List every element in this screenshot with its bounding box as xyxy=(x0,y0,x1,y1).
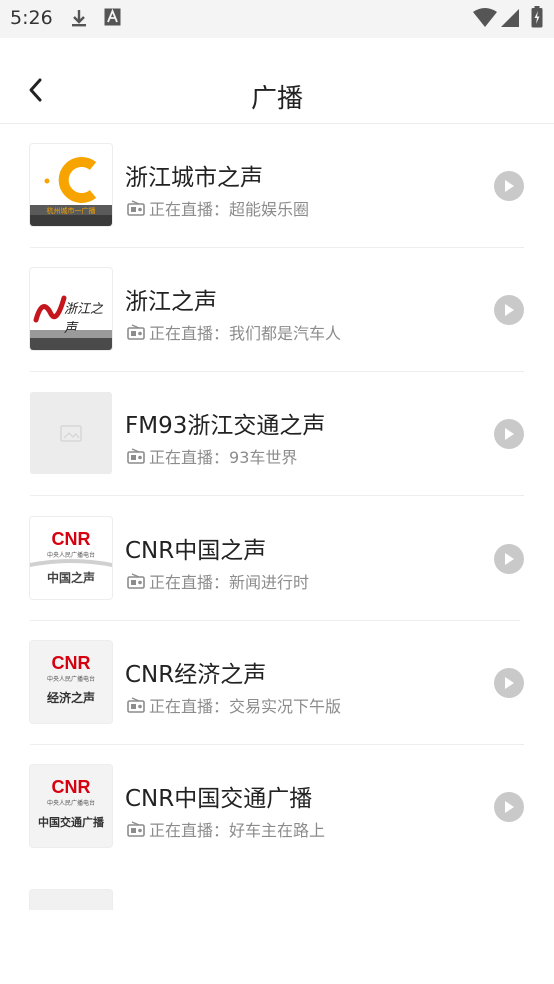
now-playing: 正在直播： 新闻进行时 xyxy=(127,569,309,593)
status-time: 5:26 xyxy=(10,7,53,29)
live-prefix: 正在直播： xyxy=(149,448,230,467)
now-playing: 正在直播： 93车世界 xyxy=(127,444,297,468)
logo-caption: 中国交通广播 xyxy=(38,816,104,829)
station-item[interactable]: CNR 中央人民广播电台 中国交通广播 CNR中国交通广播 正在直播： 好车主在路… xyxy=(0,745,554,869)
logo-caption: 浙江之声 xyxy=(64,302,104,336)
station-name: CNR中国交通广播 xyxy=(125,786,313,812)
station-item[interactable]: 杭州城市一广播 浙江城市之声 正在直播： 超能娱乐圈 xyxy=(0,124,554,248)
live-prefix: 正在直播： xyxy=(149,324,230,343)
now-playing: 正在直播： 好车主在路上 xyxy=(127,817,325,841)
play-button[interactable] xyxy=(494,544,524,574)
play-icon xyxy=(505,180,514,192)
play-icon xyxy=(505,553,514,565)
station-item[interactable] xyxy=(0,870,554,910)
station-list[interactable]: 杭州城市一广播 浙江城市之声 正在直播： 超能娱乐圈 浙江之声 浙江之声 正在直播… xyxy=(0,124,554,910)
cnr-brand: CNR xyxy=(51,653,91,673)
station-item[interactable]: CNR 中央人民广播电台 经济之声 CNR经济之声 正在直播： 交易实况下午版 xyxy=(0,621,554,745)
cnr-brand: CNR xyxy=(51,529,91,549)
live-prefix: 正在直播： xyxy=(149,573,230,592)
wifi-icon xyxy=(473,8,497,32)
program-name: 我们都是汽车人 xyxy=(229,324,342,343)
play-button[interactable] xyxy=(494,792,524,822)
station-logo: CNR 中央人民广播电台 经济之声 xyxy=(30,641,112,723)
radio-icon xyxy=(127,821,145,837)
station-logo: 杭州城市一广播 xyxy=(30,144,112,226)
radio-icon xyxy=(127,324,145,340)
logo-caption: 经济之声 xyxy=(46,691,95,705)
page-title: 广播 xyxy=(250,84,303,114)
radio-icon xyxy=(127,573,145,589)
program-name: 好车主在路上 xyxy=(229,821,326,840)
now-playing: 正在直播： 交易实况下午版 xyxy=(127,693,341,717)
cnr-subtitle: 中央人民广播电台 xyxy=(46,552,95,559)
logo-caption: 中国之声 xyxy=(46,571,95,585)
cnr-brand: CNR xyxy=(51,777,91,797)
divider xyxy=(30,495,524,496)
now-playing: 正在直播： 超能娱乐圈 xyxy=(127,196,309,220)
text-a-icon xyxy=(104,8,121,30)
now-playing: 正在直播： 我们都是汽车人 xyxy=(127,320,341,344)
cnr-subtitle: 中央人民广播电台 xyxy=(46,800,95,807)
radio-icon xyxy=(127,448,145,464)
play-icon xyxy=(505,677,514,689)
app-bar: 广播 xyxy=(0,38,554,124)
station-item[interactable]: CNR 中央人民广播电台 中国之声 CNR中国之声 正在直播： 新闻进行时 xyxy=(0,497,554,621)
play-icon xyxy=(505,304,514,316)
battery-icon xyxy=(531,6,543,32)
play-button[interactable] xyxy=(494,295,524,325)
station-name: CNR中国之声 xyxy=(125,538,267,564)
live-prefix: 正在直播： xyxy=(149,821,230,840)
station-logo xyxy=(30,392,112,474)
bottom-area xyxy=(0,910,554,984)
program-name: 交易实况下午版 xyxy=(229,697,342,716)
status-bar: 5:26 xyxy=(0,0,554,38)
live-prefix: 正在直播： xyxy=(149,697,230,716)
station-logo xyxy=(30,890,112,910)
logo-caption: 杭州城市一广播 xyxy=(46,207,96,215)
station-name: CNR经济之声 xyxy=(125,662,267,688)
cellular-icon xyxy=(500,8,520,32)
station-logo: CNR 中央人民广播电台 中国之声 xyxy=(30,517,112,599)
download-icon xyxy=(70,8,88,32)
radio-icon xyxy=(127,697,145,713)
play-icon xyxy=(505,801,514,813)
play-button[interactable] xyxy=(494,668,524,698)
station-logo: 浙江之声 xyxy=(30,268,112,350)
play-button[interactable] xyxy=(494,171,524,201)
live-prefix: 正在直播： xyxy=(149,200,230,219)
play-icon xyxy=(505,428,514,440)
station-name: 浙江之声 xyxy=(125,289,217,315)
radio-icon xyxy=(127,200,145,216)
station-name: 浙江城市之声 xyxy=(125,165,263,191)
program-name: 超能娱乐圈 xyxy=(229,200,310,219)
station-item[interactable]: FM93浙江交通之声 正在直播： 93车世界 xyxy=(0,372,554,496)
play-button[interactable] xyxy=(494,419,524,449)
cnr-subtitle: 中央人民广播电台 xyxy=(46,676,95,683)
program-name: 93车世界 xyxy=(229,448,298,467)
image-placeholder-icon xyxy=(30,392,112,474)
station-logo: CNR 中央人民广播电台 中国交通广播 xyxy=(30,765,112,847)
station-item[interactable]: 浙江之声 浙江之声 正在直播： 我们都是汽车人 xyxy=(0,248,554,372)
program-name: 新闻进行时 xyxy=(229,573,310,592)
station-name: FM93浙江交通之声 xyxy=(125,413,326,439)
